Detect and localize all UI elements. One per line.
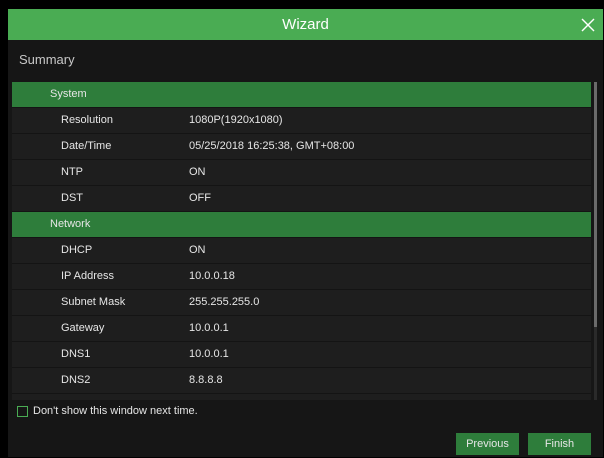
row-key: DNS1	[61, 348, 91, 360]
title-bar: Wizard	[8, 9, 603, 40]
row-value: 1080P(1920x1080)	[189, 114, 283, 126]
table-row: DNS1 10.0.0.1	[12, 342, 591, 368]
table-row: Gateway 10.0.0.1	[12, 316, 591, 342]
row-key: DST	[61, 192, 83, 204]
table-row: Subnet Mask 255.255.255.0	[12, 290, 591, 316]
group-header-network: Network	[12, 212, 591, 238]
table-row: DNS2 8.8.8.8	[12, 368, 591, 394]
group-label: Network	[50, 218, 91, 230]
group-header-system: System	[12, 82, 591, 108]
row-key: Date/Time	[61, 140, 112, 152]
row-key: Subnet Mask	[61, 296, 126, 308]
row-value: 8.8.8.8	[189, 374, 223, 386]
row-value: ON	[189, 166, 206, 178]
dont-show-option[interactable]: Don't show this window next time.	[17, 405, 198, 417]
summary-table: System Resolution 1080P(1920x1080) Date/…	[12, 82, 591, 400]
previous-button[interactable]: Previous	[456, 433, 519, 455]
scrollbar-thumb[interactable]	[594, 82, 597, 327]
dont-show-label: Don't show this window next time.	[33, 405, 198, 417]
wizard-dialog: Wizard Summary System Resolution 1080P(1…	[8, 9, 603, 457]
row-value: 10.0.0.18	[189, 270, 235, 282]
dont-show-checkbox[interactable]	[17, 405, 28, 417]
vertical-scrollbar[interactable]	[594, 82, 597, 400]
row-key: NTP	[61, 166, 83, 178]
section-title: Summary	[19, 52, 75, 67]
row-value: 10.0.0.1	[189, 348, 229, 360]
finish-button[interactable]: Finish	[528, 433, 591, 455]
row-value: OFF	[189, 192, 211, 204]
row-value: 10.0.0.1	[189, 322, 229, 334]
close-icon	[581, 18, 595, 32]
close-button[interactable]	[579, 16, 597, 34]
group-label: System	[50, 88, 87, 100]
row-value: 05/25/2018 16:25:38, GMT+08:00	[189, 140, 355, 152]
window-title: Wizard	[282, 16, 329, 33]
row-value: 255.255.255.0	[189, 296, 260, 308]
table-row: Date/Time 05/25/2018 16:25:38, GMT+08:00	[12, 134, 591, 160]
table-row: DST OFF	[12, 186, 591, 212]
table-row: IP Address 10.0.0.18	[12, 264, 591, 290]
table-row: DHCP ON	[12, 238, 591, 264]
row-key: DHCP	[61, 244, 93, 256]
row-key: DNS2	[61, 374, 91, 386]
row-key: IP Address	[61, 270, 114, 282]
row-key: Resolution	[61, 114, 113, 126]
row-key: Gateway	[61, 322, 105, 334]
row-value: ON	[189, 244, 206, 256]
table-row: NTP ON	[12, 160, 591, 186]
table-row: Resolution 1080P(1920x1080)	[12, 108, 591, 134]
